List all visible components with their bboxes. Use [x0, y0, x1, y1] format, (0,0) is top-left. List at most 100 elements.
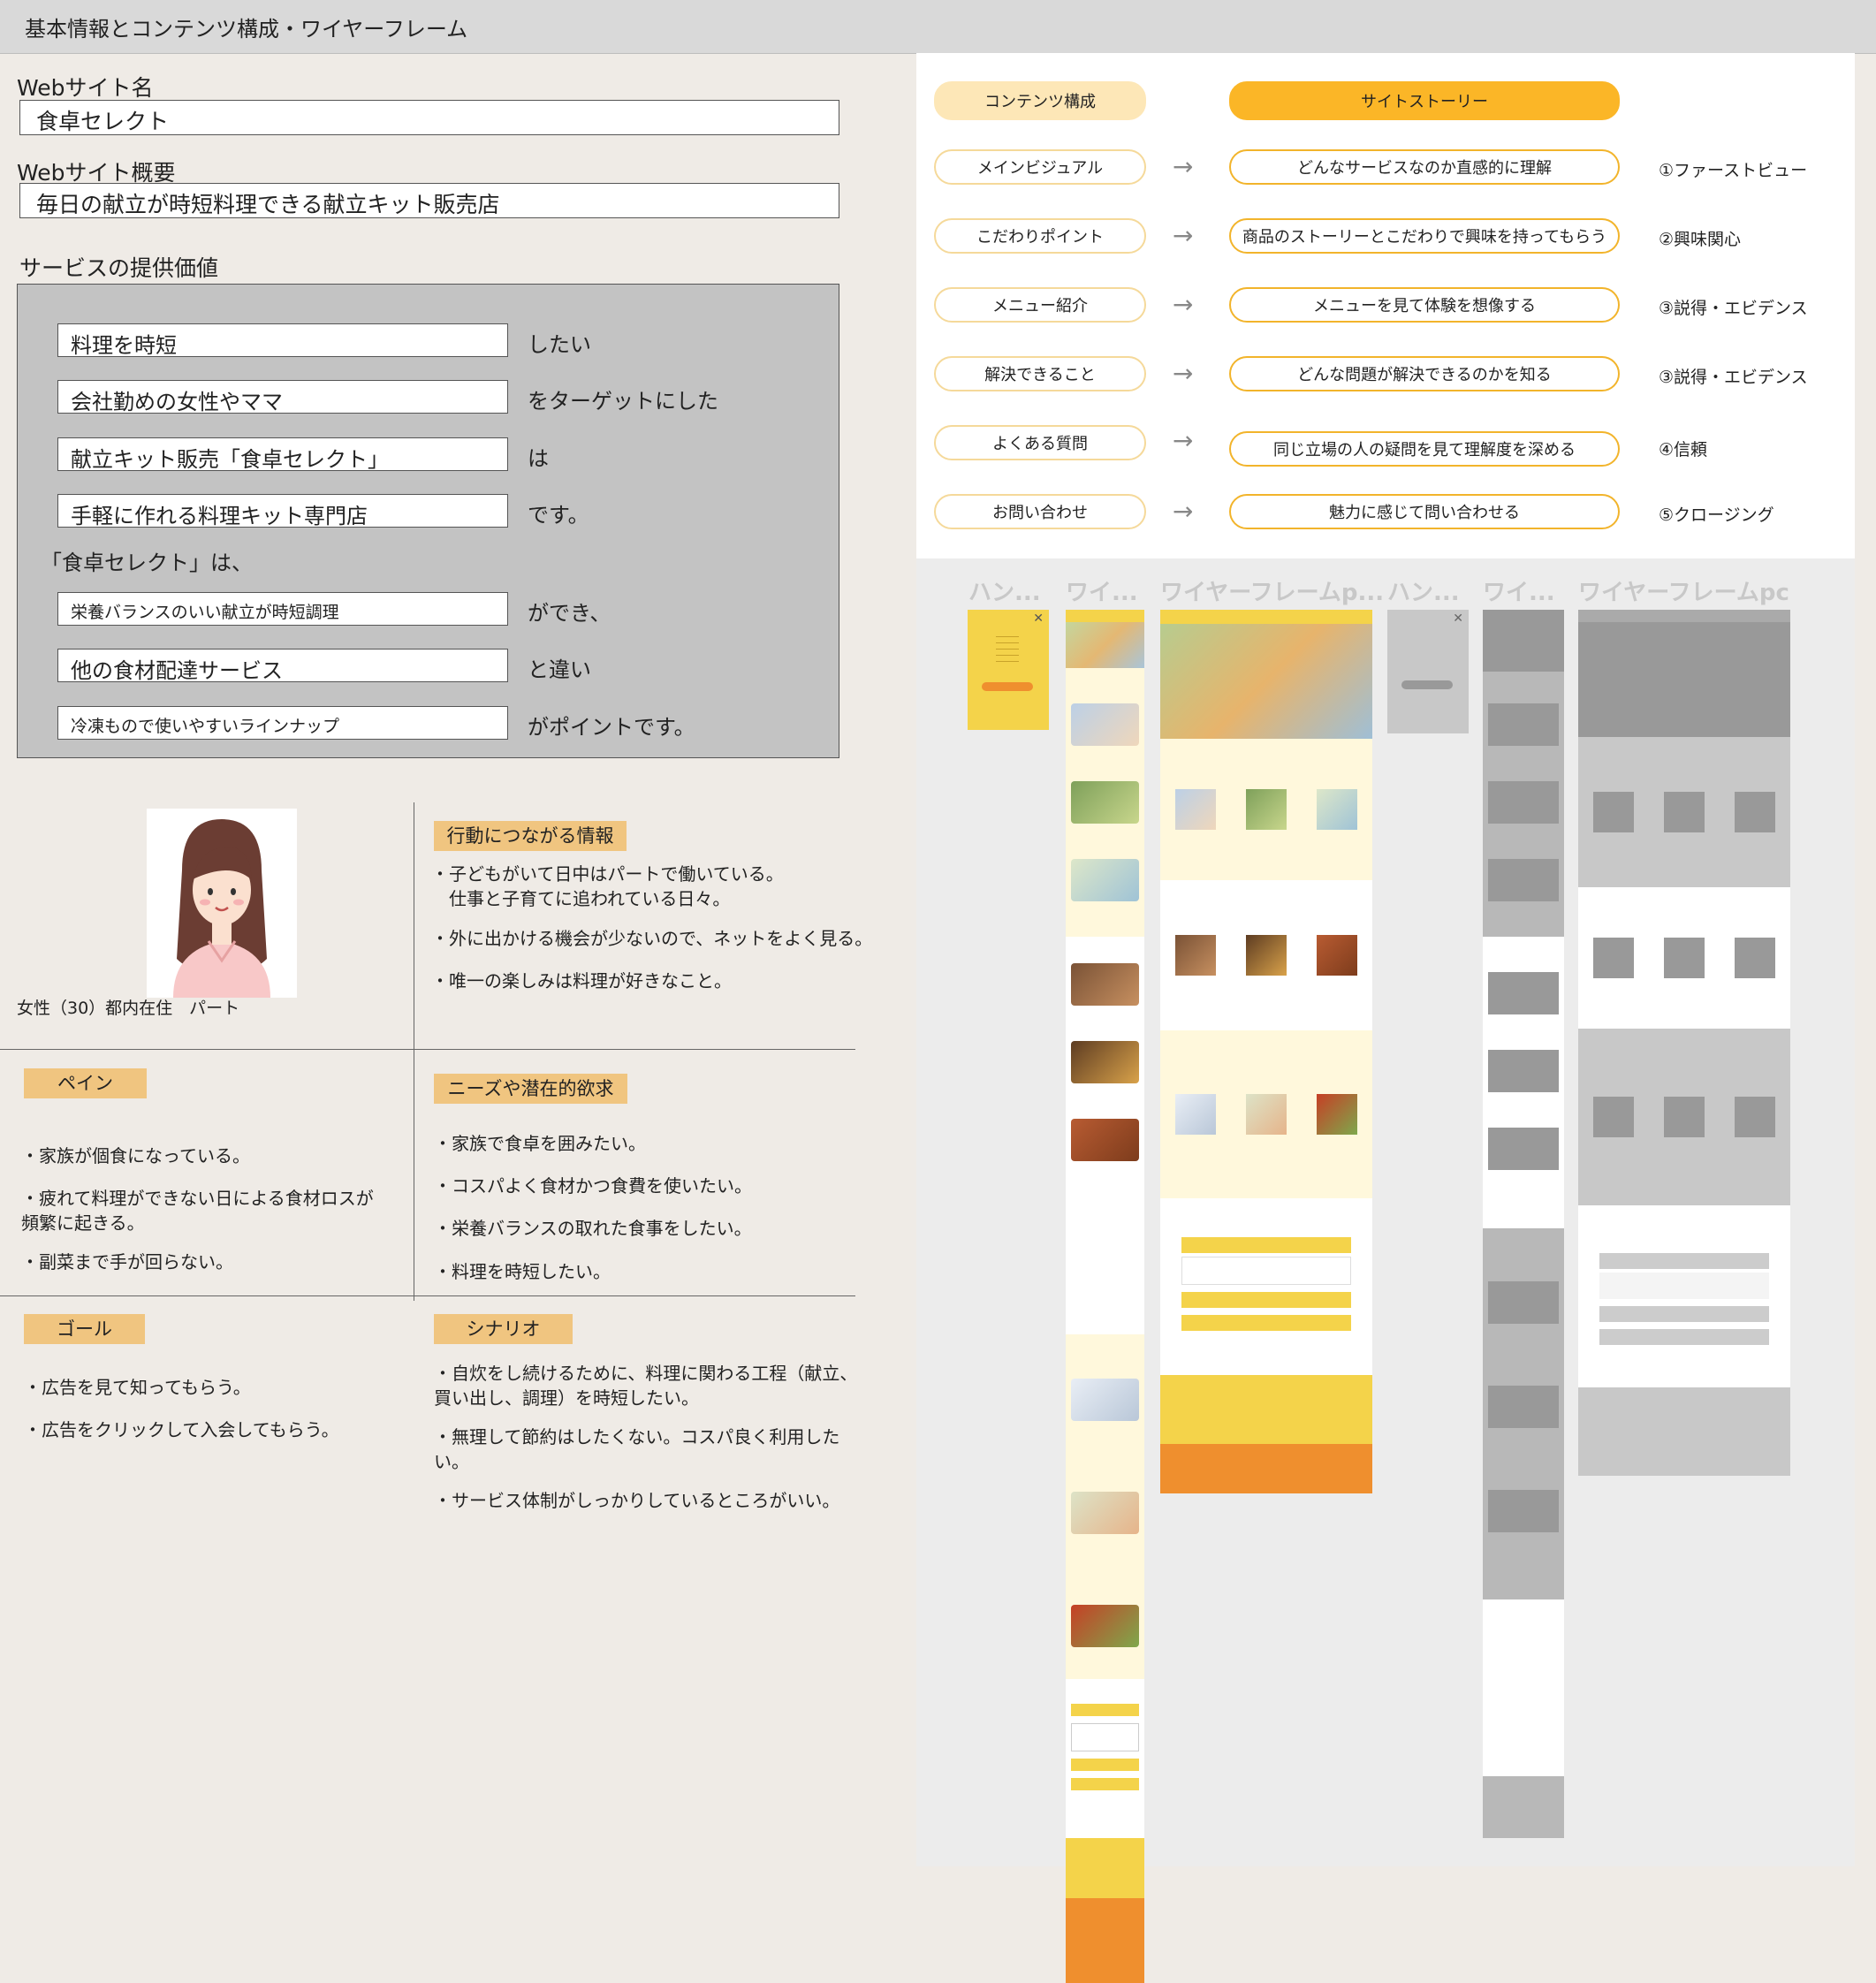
persona-caption: 女性（30）都内在住 パート: [17, 999, 240, 1018]
menu-button[interactable]: [1401, 680, 1453, 689]
close-icon: ✕: [1453, 612, 1463, 626]
stage-5: ④信頼: [1659, 440, 1708, 460]
stage-6: ⑤クロージング: [1659, 505, 1774, 525]
sp-footer: [1066, 1898, 1144, 1983]
value-box-7[interactable]: 冷凍もので使いやすいラインナップ: [57, 706, 508, 740]
arrow-icon: →: [1173, 290, 1194, 319]
scenario-point-1: ・自炊をし続けるために、料理に関わる工程（献立、 買い出し、調理）を時短したい。: [434, 1363, 858, 1409]
value-box-1[interactable]: 料理を時短: [57, 323, 508, 357]
site-summary-field[interactable]: 毎日の献立が時短料理できる献立キット販売店: [19, 183, 839, 218]
stage-1: ①ファーストビュー: [1659, 161, 1808, 180]
needs-point-2: ・コスパよく食材かつ食費を使いたい。: [434, 1175, 752, 1197]
pc-hero-image: [1160, 624, 1372, 739]
arrow-icon: →: [1173, 497, 1194, 526]
value-suffix-2: をターゲットにした: [528, 389, 718, 414]
wireframe-pc-gray: [1578, 610, 1790, 1476]
wireframe-sp: [1066, 610, 1144, 1983]
sp-menu-section: [1066, 937, 1144, 1334]
content-item-2: こだわりポイント: [934, 218, 1146, 254]
value-box-4[interactable]: 手軽に作れる料理キット専門店: [57, 494, 508, 528]
wireframe-title-1: ハン...: [968, 580, 1041, 606]
value-box-6[interactable]: 他の食材配達サービス: [57, 649, 508, 682]
menu-button[interactable]: [982, 682, 1033, 691]
story-item-6: 魅力に感じて問い合わせる: [1229, 494, 1620, 529]
content-item-3: メニュー紹介: [934, 287, 1146, 323]
pc-solution-section: [1160, 1030, 1372, 1198]
value-suffix-7: がポイントです。: [528, 715, 695, 740]
sp-photo: [1071, 781, 1139, 824]
pc-menu-section: [1160, 880, 1372, 1030]
stage-4: ③説得・エビデンス: [1659, 368, 1808, 387]
needs-point-4: ・料理を時短したい。: [434, 1261, 611, 1282]
wireframe-hamburger-sp-gray: ✕: [1387, 610, 1469, 733]
story-item-2: 商品のストーリーとこだわりで興味を持ってもらう: [1229, 218, 1620, 254]
sp-solution-section: [1066, 1334, 1144, 1679]
site-name-label: Webサイト名: [17, 75, 154, 101]
persona-illustration: [173, 819, 270, 998]
goal-tag: ゴール: [24, 1314, 145, 1344]
content-item-6: お問い合わせ: [934, 494, 1146, 529]
pain-point-3: ・副菜まで手が回らない。: [21, 1251, 233, 1273]
scenario-point-3: ・サービス体制がしっかりしているところがいい。: [434, 1490, 840, 1511]
arrow-icon: →: [1173, 359, 1194, 388]
info-point-2: ・外に出かける機会が少ないので、ネットをよく見る。: [431, 928, 873, 949]
wireframe-hamburger-sp: ✕: [968, 610, 1049, 730]
value-box-5[interactable]: 栄養バランスのいい献立が時短調理: [57, 592, 508, 626]
value-box-3[interactable]: 献立キット販売「食卓セレクト」: [57, 437, 508, 471]
pc-faq-section: [1160, 1198, 1372, 1375]
value-suffix-5: ができ、: [528, 601, 611, 626]
pain-point-1: ・家族が個食になっている。: [21, 1145, 250, 1166]
wireframe-title-2: ワイ...: [1066, 580, 1138, 606]
story-item-5: 同じ立場の人の疑問を見て理解度を深める: [1229, 431, 1620, 467]
pc-commitment-section: [1160, 739, 1372, 880]
persona-divider-h1: [0, 1049, 855, 1050]
wireframe-title-4: ハン...: [1387, 580, 1460, 606]
needs-tag: ニーズや潜在的欲求: [434, 1074, 627, 1104]
site-story-header: サイトストーリー: [1229, 81, 1620, 120]
value-mid-text: 「食卓セレクト」は、: [41, 551, 253, 575]
sp-hero-image: [1066, 622, 1144, 668]
pc-cta-section: [1160, 1375, 1372, 1444]
info-point-3: ・唯一の楽しみは料理が好きなこと。: [431, 970, 732, 992]
stage-2: ②興味関心: [1659, 230, 1742, 249]
content-structure-header: コンテンツ構成: [934, 81, 1146, 120]
value-panel: 料理を時短 したい 会社勤めの女性やママ をターゲットにした 献立キット販売「食…: [17, 284, 839, 758]
value-suffix-6: と違い: [528, 657, 591, 682]
menu-lines: [996, 631, 1019, 663]
goal-point-1: ・広告を見て知ってもらう。: [24, 1377, 251, 1398]
story-item-3: メニューを見て体験を想像する: [1229, 287, 1620, 323]
value-suffix-4: です。: [528, 503, 589, 528]
content-item-5: よくある質問: [934, 425, 1146, 460]
content-item-4: 解決できること: [934, 356, 1146, 391]
site-name-field[interactable]: 食卓セレクト: [19, 100, 839, 135]
avatar: [147, 809, 297, 998]
goal-point-2: ・広告をクリックして入会してもらう。: [24, 1419, 339, 1440]
wireframe-pc: [1160, 610, 1372, 1493]
needs-point-1: ・家族で食卓を囲みたい。: [434, 1133, 646, 1154]
stage-3: ③説得・エビデンス: [1659, 299, 1808, 318]
sp-cta-section: [1066, 1838, 1144, 1898]
sp-photo: [1071, 859, 1139, 901]
wireframe-title-3: ワイヤーフレームp...: [1160, 580, 1385, 606]
content-item-1: メインビジュアル: [934, 149, 1146, 185]
title-bar: 基本情報とコンテンツ構成・ワイヤーフレーム: [0, 0, 1876, 54]
sp-faq-section: [1066, 1679, 1144, 1838]
arrow-icon: →: [1173, 221, 1194, 250]
pc-footer: [1160, 1444, 1372, 1493]
needs-point-3: ・栄養バランスの取れた食事をしたい。: [434, 1218, 752, 1239]
value-box-2[interactable]: 会社勤めの女性やママ: [57, 380, 508, 414]
wireframe-title-6: ワイヤーフレームpc: [1578, 580, 1789, 606]
value-label: サービスの提供価値: [19, 255, 219, 281]
structure-panel: コンテンツ構成 サイトストーリー メインビジュアル → どんなサービスなのか直感…: [916, 53, 1855, 558]
value-suffix-1: したい: [528, 332, 591, 357]
scenario-point-2: ・無理して節約はしたくない。コスパ良く利用した い。: [434, 1426, 840, 1472]
pain-tag: ペイン: [24, 1068, 147, 1098]
sp-photo: [1071, 703, 1139, 746]
arrow-icon: →: [1173, 152, 1194, 181]
wireframe-sp-gray: [1483, 610, 1564, 1838]
pain-point-2: ・疲れて料理ができない日による食材ロスが 頻繁に起きる。: [21, 1188, 374, 1234]
arrow-icon: →: [1173, 426, 1194, 455]
info-point-1: ・子どもがいて日中はパートで働いている。 仕事と子育てに追われている日々。: [431, 863, 784, 909]
story-item-4: どんな問題が解決できるのかを知る: [1229, 356, 1620, 391]
value-suffix-3: は: [528, 446, 549, 471]
